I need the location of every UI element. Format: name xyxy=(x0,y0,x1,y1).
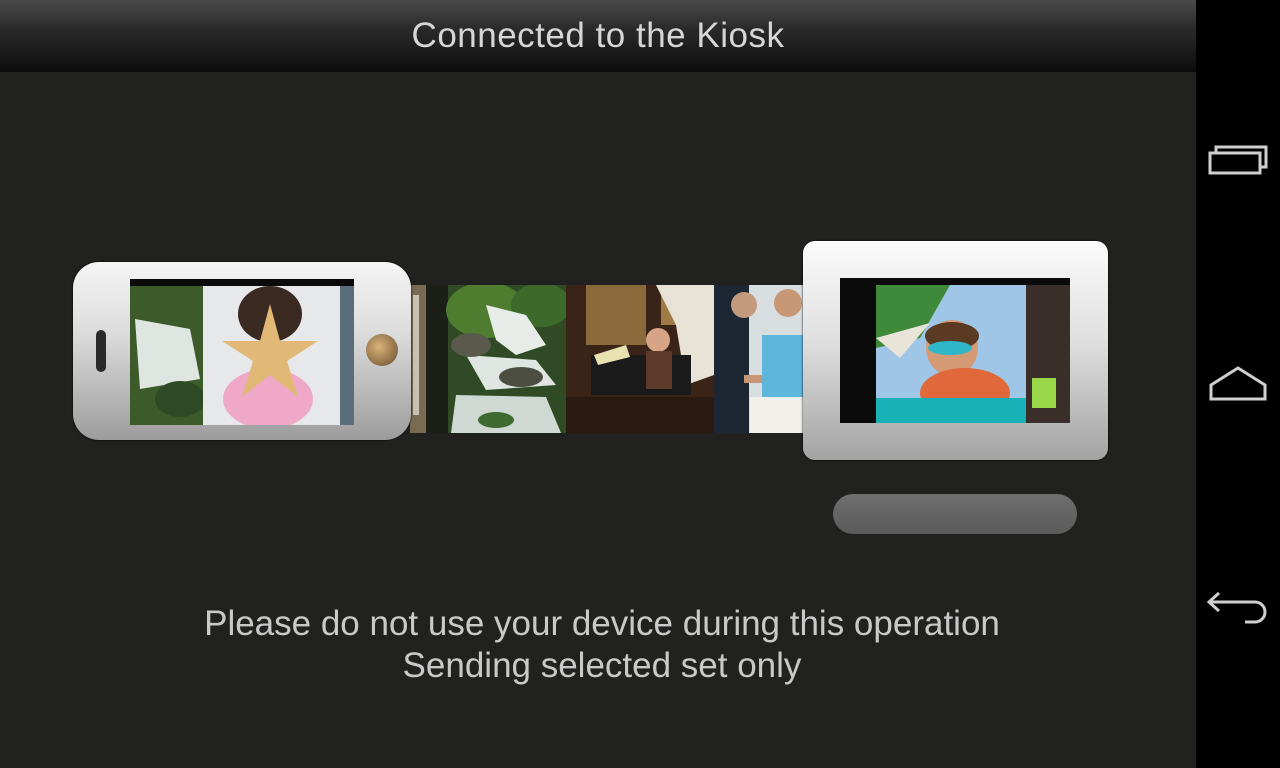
title-bar: Connected to the Kiosk xyxy=(0,0,1196,72)
phone-home-button-icon xyxy=(366,334,398,366)
back-button[interactable] xyxy=(1196,562,1280,652)
waterfall-photo xyxy=(426,285,566,433)
boy-with-goggles-photo xyxy=(840,278,1070,423)
warning-message: Please do not use your device during thi… xyxy=(204,604,1000,643)
girl-with-starfish-photo xyxy=(130,279,354,425)
status-message: Sending selected set only xyxy=(402,646,802,685)
kiosk-monitor xyxy=(803,241,1108,460)
kiosk-stand xyxy=(833,494,1077,534)
navigation-bar xyxy=(1196,0,1280,768)
photo-fragment xyxy=(410,285,426,433)
recent-apps-button[interactable] xyxy=(1196,114,1280,204)
page-title: Connected to the Kiosk xyxy=(411,16,785,55)
photo-transfer-strip xyxy=(410,285,806,433)
kitchen-family-photo xyxy=(566,285,714,433)
back-icon xyxy=(1206,591,1267,624)
home-icon xyxy=(1209,366,1267,401)
main-area: Connected to the Kiosk Please do not use… xyxy=(0,0,1196,768)
man-with-phone-photo xyxy=(714,285,806,433)
kiosk-screen xyxy=(840,278,1070,423)
home-button[interactable] xyxy=(1196,338,1280,428)
phone-device xyxy=(73,262,411,440)
recent-apps-icon xyxy=(1208,145,1268,175)
phone-screen xyxy=(130,279,354,425)
phone-speaker xyxy=(96,330,106,372)
